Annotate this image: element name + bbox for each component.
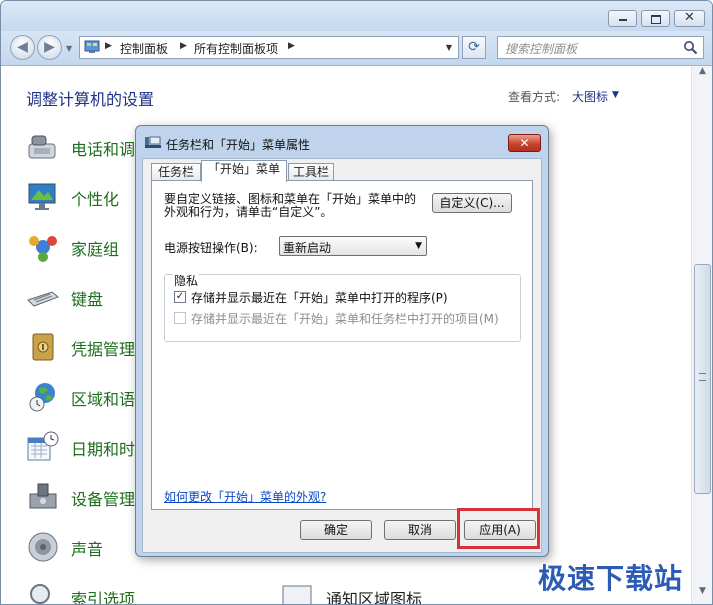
cp-item-notification-icons[interactable]: 通知区域图标 [281, 578, 481, 604]
taskbar-icon [145, 136, 161, 148]
tab-panel: 要自定义链接、图标和菜单在「开始」菜单中的 外观和行为，请单击“自定义”。 自定… [151, 180, 533, 510]
cp-item-label: 日期和时 [71, 440, 136, 459]
power-button-value: 重新启动 [283, 241, 332, 255]
cp-item-label: 区域和语 [71, 390, 136, 409]
maximize-button[interactable] [641, 10, 670, 27]
chevron-down-icon[interactable]: ▼ [612, 90, 619, 100]
scroll-down-icon[interactable]: ▼ [692, 586, 712, 603]
homegroup-icon [29, 236, 57, 262]
address-dropdown-icon[interactable]: ▼ [446, 43, 452, 52]
power-button-label: 电源按钮操作(B): [164, 241, 258, 255]
cp-item-label: 电话和调 [71, 140, 136, 159]
description-line: 外观和行为，请单击“自定义”。 [164, 205, 333, 219]
privacy-group-title: 隐私 [173, 272, 200, 289]
view-by-label: 查看方式: [508, 90, 561, 104]
tab-toolbars[interactable]: 工具栏 [288, 163, 334, 181]
forward-button[interactable]: ▶ [37, 35, 62, 60]
cp-item-label: 凭据管理 [71, 340, 136, 359]
power-button-select[interactable]: 重新启动 ▼ [279, 236, 427, 256]
refresh-button[interactable]: ⟳ [462, 36, 486, 59]
vertical-scrollbar[interactable]: ▲ ▼ [691, 66, 712, 604]
dialog-close-button[interactable]: ✕ [508, 134, 541, 152]
title-bar: ✕ [1, 1, 712, 31]
help-link[interactable]: 如何更改「开始」菜单的外观? [164, 488, 326, 505]
dialog-title: 任务栏和「开始」菜单属性 [166, 138, 311, 152]
speaker-icon [28, 532, 58, 562]
back-arrow-icon: ◀ [17, 39, 28, 55]
credential-manager-icon [32, 333, 54, 361]
taskbar-start-menu-properties-dialog: 任务栏和「开始」菜单属性 ✕ 任务栏 「开始」菜单 工具栏 要自定义链接、图标和… [135, 125, 549, 557]
store-recent-items-checkbox [174, 312, 186, 324]
description-text: 要自定义链接、图标和菜单在「开始」菜单中的 外观和行为，请单击“自定义”。 [164, 193, 416, 219]
search-placeholder: 搜索控制面板 [505, 42, 578, 56]
recent-pages-dropdown[interactable]: ▼ [66, 44, 72, 53]
cancel-button[interactable]: 取消 [384, 520, 456, 540]
close-icon: ✕ [684, 10, 695, 25]
store-recent-programs-label[interactable]: 存储并显示最近在「开始」菜单中打开的程序(P) [191, 289, 448, 306]
minimize-button[interactable] [608, 10, 637, 27]
scroll-up-icon[interactable]: ▲ [692, 66, 712, 83]
forward-arrow-icon: ▶ [44, 39, 55, 55]
refresh-icon: ⟳ [468, 39, 480, 55]
cp-item-label: 键盘 [71, 290, 104, 309]
cp-item-label: 声音 [71, 540, 104, 559]
back-button[interactable]: ◀ [10, 35, 35, 60]
checkmark-icon: ✓ [175, 291, 185, 302]
page-title: 调整计算机的设置 [26, 90, 155, 109]
chevron-down-icon: ▼ [415, 241, 422, 251]
calendar-clock-icon [27, 431, 59, 461]
grip-icon [699, 373, 706, 381]
navigation-bar: ◀ ▶ ▼ ▶ 控制面板 ▶ 所有控制面板项 ▶ ▼ ⟳ 搜索控制面板 [1, 31, 712, 66]
store-recent-items-label: 存储并显示最近在「开始」菜单和任务栏中打开的项目(M) [191, 312, 499, 326]
personalization-icon [28, 183, 56, 210]
cp-item-label: 设备管理 [71, 490, 136, 509]
customize-button[interactable]: 自定义(C)... [432, 193, 512, 213]
breadcrumb-control-panel[interactable]: 控制面板 [120, 40, 168, 57]
tab-taskbar[interactable]: 任务栏 [151, 163, 201, 181]
breadcrumb-all-items[interactable]: 所有控制面板项 [194, 40, 278, 57]
view-by-dropdown[interactable]: 大图标 [572, 88, 608, 105]
search-icon[interactable] [683, 40, 698, 55]
keyboard-icon [27, 291, 59, 307]
cp-item-label: 家庭组 [71, 240, 120, 259]
highlight-box [457, 508, 540, 549]
ok-button[interactable]: 确定 [300, 520, 372, 540]
notification-area-icon [282, 585, 312, 604]
phone-modem-icon [28, 135, 56, 159]
dialog-body: 任务栏 「开始」菜单 工具栏 要自定义链接、图标和菜单在「开始」菜单中的 外观和… [142, 158, 542, 553]
cp-item-label: 索引选项 [71, 590, 136, 604]
store-recent-programs-checkbox[interactable]: ✓ [174, 291, 186, 303]
control-panel-icon [84, 40, 100, 53]
address-bar[interactable]: ▶ 控制面板 ▶ 所有控制面板项 ▶ ▼ [79, 36, 459, 59]
breadcrumb-separator-icon[interactable]: ▶ [180, 41, 187, 51]
privacy-group: 隐私 ✓ 存储并显示最近在「开始」菜单中打开的程序(P) 存储并显示最近在「开始… [164, 272, 521, 342]
search-input[interactable]: 搜索控制面板 [497, 36, 704, 59]
indexing-icon [30, 584, 50, 604]
region-globe-icon [29, 383, 55, 412]
device-manager-icon [29, 483, 57, 509]
breadcrumb-separator-icon[interactable]: ▶ [288, 41, 295, 51]
site-watermark: 极速下载站 [538, 562, 684, 595]
close-button[interactable]: ✕ [674, 10, 705, 27]
scrollbar-thumb[interactable] [694, 264, 711, 494]
cp-item-label: 个性化 [71, 190, 120, 209]
tab-start-menu[interactable]: 「开始」菜单 [201, 160, 287, 182]
breadcrumb-separator-icon[interactable]: ▶ [105, 41, 112, 51]
cp-item-label: 通知区域图标 [326, 590, 423, 604]
